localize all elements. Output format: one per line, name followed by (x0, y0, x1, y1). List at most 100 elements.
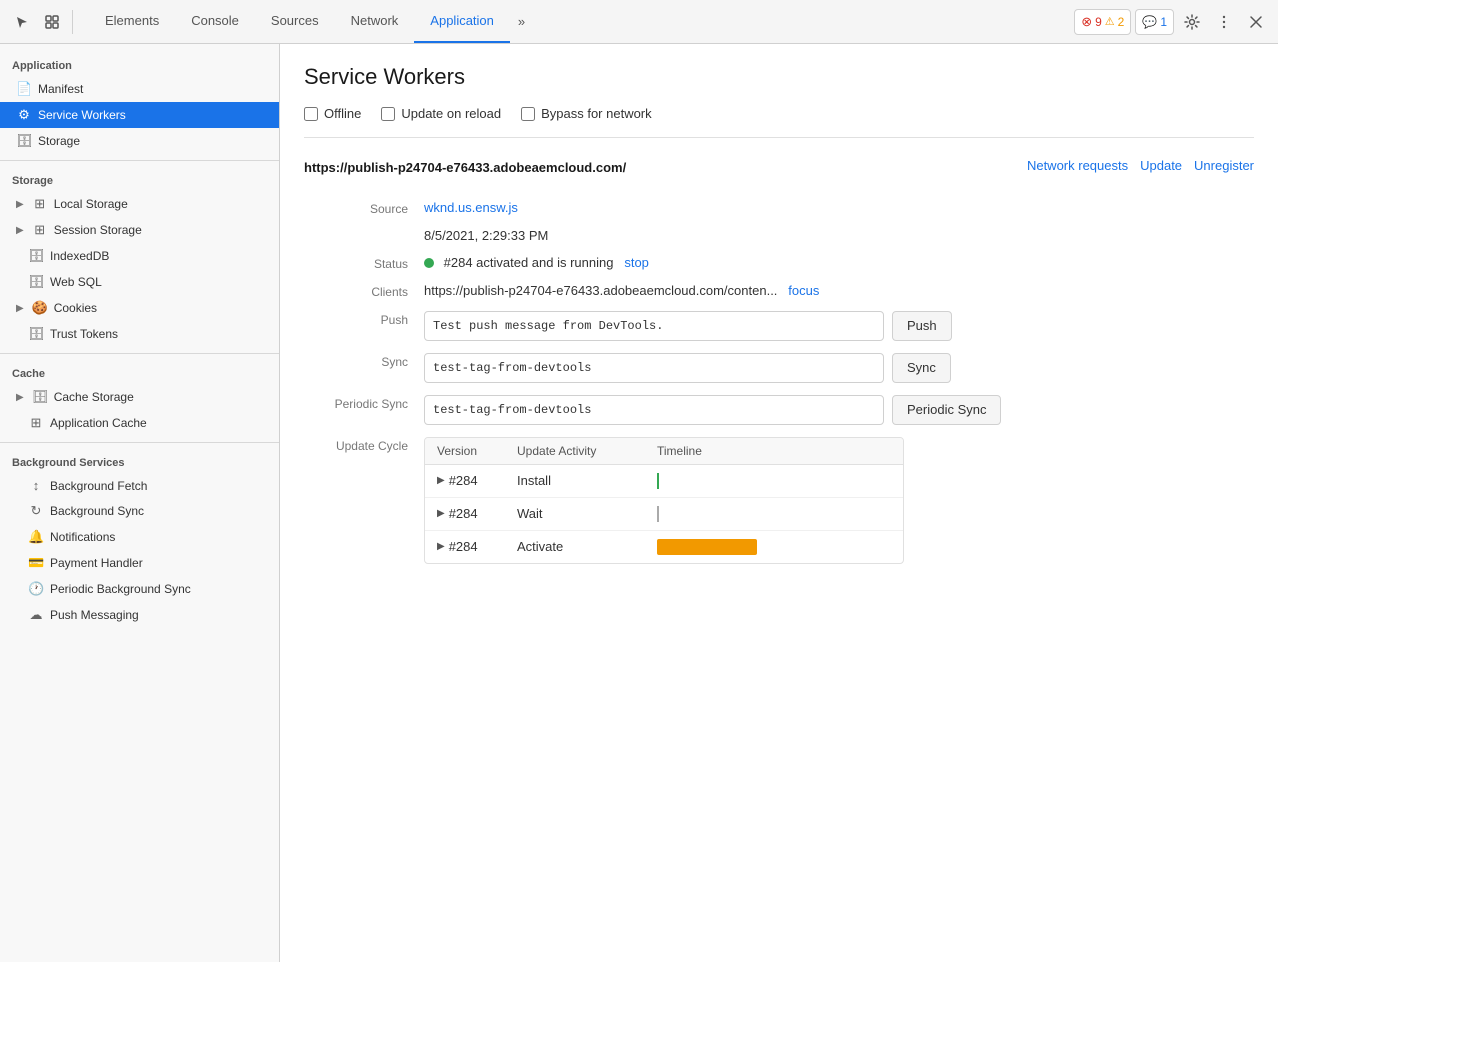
tab-elements[interactable]: Elements (89, 0, 175, 43)
source-row: Source wknd.us.ensw.js (304, 194, 1254, 222)
uc-arrow-icon: ▶ (437, 508, 445, 519)
update-on-reload-checkbox-label[interactable]: Update on reload (381, 106, 501, 121)
status-row: Status #284 activated and is running sto… (304, 249, 1254, 277)
sidebar-section-application: Application (0, 52, 279, 76)
uc-header: Version Update Activity Timeline (425, 438, 903, 465)
warning-icon: ⚠ (1105, 15, 1115, 28)
update-cycle-label: Update Cycle (304, 437, 424, 453)
options-row: Offline Update on reload Bypass for netw… (304, 106, 1254, 138)
error-icon: ⊗ (1081, 14, 1092, 30)
sidebar-item-bg-sync[interactable]: ↻ Background Sync (0, 498, 279, 524)
push-input[interactable] (424, 311, 884, 341)
push-input-row: Push (424, 311, 1254, 341)
more-tabs-button[interactable]: » (510, 14, 533, 29)
sidebar-item-service-workers[interactable]: ⚙ Service Workers (0, 102, 279, 128)
uc-timeline-3 (657, 539, 891, 555)
update-link[interactable]: Update (1140, 158, 1182, 173)
sidebar-item-payment-handler[interactable]: 💳 Payment Handler (0, 550, 279, 576)
sidebar-item-manifest[interactable]: 📄 Manifest (0, 76, 279, 102)
stop-link[interactable]: stop (624, 255, 649, 270)
main-layout: Application 📄 Manifest ⚙ Service Workers… (0, 44, 1278, 962)
periodic-sync-input[interactable] (424, 395, 884, 425)
more-options-icon[interactable] (1210, 8, 1238, 36)
push-icon: ☁ (28, 607, 44, 623)
received-label (304, 228, 424, 230)
uc-row-wait: ▶ #284 Wait (425, 498, 903, 531)
cursor-icon[interactable] (8, 8, 36, 36)
bg-sync-icon: ↻ (28, 503, 44, 519)
sync-button[interactable]: Sync (892, 353, 951, 383)
received-row: 8/5/2021, 2:29:33 PM (304, 222, 1254, 249)
bypass-checkbox-label[interactable]: Bypass for network (521, 106, 652, 121)
toolbar-icons (8, 8, 77, 36)
sidebar-item-periodic-bg-sync[interactable]: 🕐 Periodic Background Sync (0, 576, 279, 602)
update-on-reload-checkbox[interactable] (381, 107, 395, 121)
sidebar-item-local-storage[interactable]: ▶ ⊞ Local Storage (0, 191, 279, 217)
sidebar-divider-3 (0, 442, 279, 443)
periodic-sync-icon: 🕐 (28, 581, 44, 597)
periodic-sync-button[interactable]: Periodic Sync (892, 395, 1001, 425)
close-icon[interactable] (1242, 8, 1270, 36)
cookies-icon: 🍪 (32, 300, 48, 316)
periodic-sync-row: Periodic Sync Periodic Sync (304, 389, 1254, 431)
uc-row-activate: ▶ #284 Activate (425, 531, 903, 563)
network-requests-link[interactable]: Network requests (1027, 158, 1128, 173)
sidebar-divider-2 (0, 353, 279, 354)
uc-col-timeline: Timeline (657, 444, 891, 458)
manifest-icon: 📄 (16, 81, 32, 97)
uc-activity-2: Wait (517, 506, 657, 521)
tab-network[interactable]: Network (335, 0, 415, 43)
uc-col-version: Version (437, 444, 517, 458)
unregister-link[interactable]: Unregister (1194, 158, 1254, 173)
uc-arrow-icon: ▶ (437, 475, 445, 486)
focus-link[interactable]: focus (788, 283, 819, 298)
sidebar-item-notifications[interactable]: 🔔 Notifications (0, 524, 279, 550)
sw-url: https://publish-p24704-e76433.adobeaemcl… (304, 158, 626, 178)
uc-activity-1: Install (517, 473, 657, 488)
arrow-icon: ▶ (16, 225, 24, 236)
offline-checkbox[interactable] (304, 107, 318, 121)
uc-version-2: ▶ #284 (437, 506, 517, 521)
notifications-icon: 🔔 (28, 529, 44, 545)
bg-fetch-icon: ↕ (28, 478, 44, 493)
sidebar-item-cookies[interactable]: ▶ 🍪 Cookies (0, 295, 279, 321)
tab-sources[interactable]: Sources (255, 0, 335, 43)
uc-col-activity: Update Activity (517, 444, 657, 458)
payment-icon: 💳 (28, 555, 44, 571)
sidebar-item-session-storage[interactable]: ▶ ⊞ Session Storage (0, 217, 279, 243)
tab-application[interactable]: Application (414, 0, 510, 43)
sidebar-item-trust-tokens[interactable]: 🗄 Trust Tokens (0, 321, 279, 347)
status-dot (424, 258, 434, 268)
sidebar-item-cache-storage[interactable]: ▶ 🗄 Cache Storage (0, 384, 279, 410)
message-badge[interactable]: 💬 1 (1135, 9, 1174, 35)
settings-icon[interactable] (1178, 8, 1206, 36)
web-sql-icon: 🗄 (28, 274, 44, 290)
push-button[interactable]: Push (892, 311, 952, 341)
sidebar-item-app-cache[interactable]: ⊞ Application Cache (0, 410, 279, 436)
sidebar-item-push-messaging[interactable]: ☁ Push Messaging (0, 602, 279, 628)
uc-activity-3: Activate (517, 539, 657, 554)
source-link[interactable]: wknd.us.ensw.js (424, 200, 518, 215)
indexeddb-icon: 🗄 (28, 248, 44, 264)
offline-checkbox-label[interactable]: Offline (304, 106, 361, 121)
sync-label: Sync (304, 353, 424, 369)
status-value: #284 activated and is running stop (424, 255, 1254, 270)
trust-tokens-icon: 🗄 (28, 326, 44, 342)
sidebar-item-bg-fetch[interactable]: ↕ Background Fetch (0, 473, 279, 498)
periodic-sync-label: Periodic Sync (304, 395, 424, 411)
update-cycle-value: Version Update Activity Timeline ▶ #284 … (424, 437, 1254, 564)
sidebar-item-web-sql[interactable]: 🗄 Web SQL (0, 269, 279, 295)
uc-row-install: ▶ #284 Install (425, 465, 903, 498)
received-value: 8/5/2021, 2:29:33 PM (424, 228, 1254, 243)
sidebar-item-storage[interactable]: 🗄 Storage (0, 128, 279, 154)
tab-console[interactable]: Console (175, 0, 255, 43)
clients-row: Clients https://publish-p24704-e76433.ad… (304, 277, 1254, 305)
sidebar-item-indexeddb[interactable]: 🗄 IndexedDB (0, 243, 279, 269)
toolbar-tabs: Elements Console Sources Network Applica… (89, 0, 1070, 43)
error-badge[interactable]: ⊗ 9 ⚠ 2 (1074, 9, 1131, 35)
inspect-icon[interactable] (38, 8, 66, 36)
session-storage-icon: ⊞ (32, 222, 48, 238)
message-icon: 💬 (1142, 15, 1157, 29)
bypass-checkbox[interactable] (521, 107, 535, 121)
sync-input[interactable] (424, 353, 884, 383)
